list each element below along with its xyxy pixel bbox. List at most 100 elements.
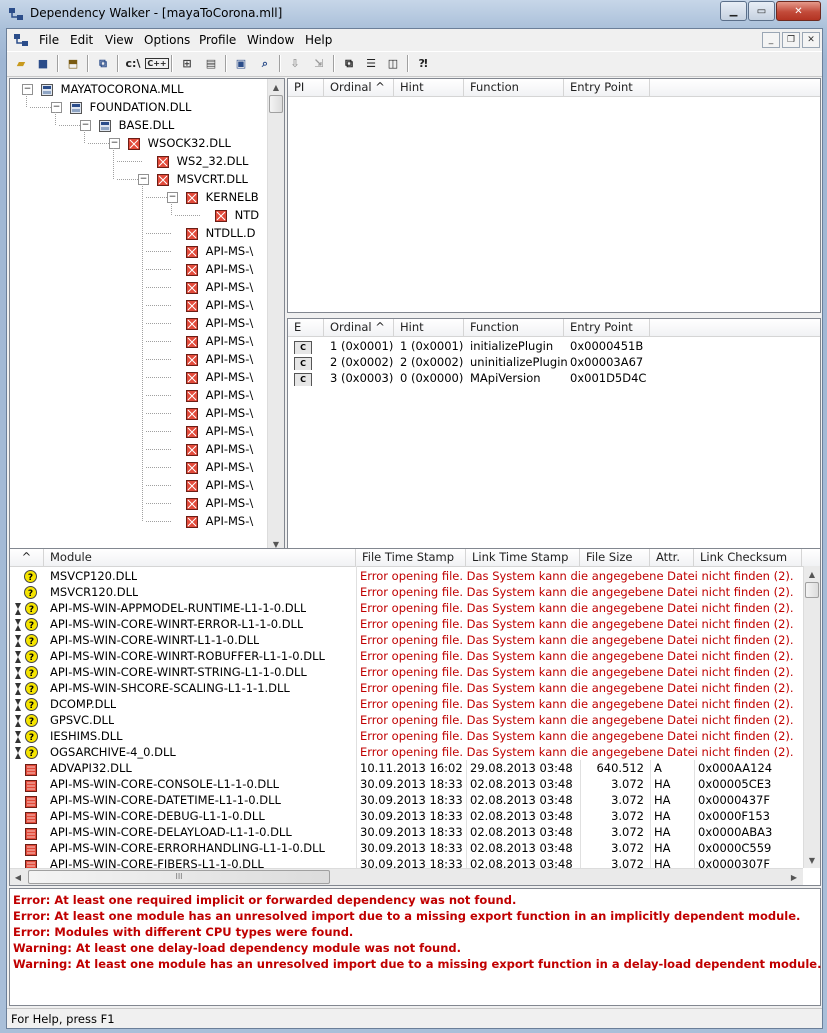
tree-collapse-toggle[interactable]: − bbox=[80, 120, 91, 131]
col-attr[interactable]: Attr. bbox=[650, 549, 694, 566]
close-button[interactable]: ✕ bbox=[776, 1, 821, 21]
module-row[interactable]: ? OGSARCHIVE-4_0.DLL Error opening file.… bbox=[10, 744, 803, 760]
tree-node[interactable]: API-MS-\ bbox=[186, 314, 253, 332]
tile-horizontal-button[interactable]: ☰ bbox=[361, 54, 381, 73]
scroll-down-arrow[interactable]: ▼ bbox=[804, 852, 820, 868]
full-paths-button[interactable]: c:\ bbox=[123, 54, 143, 73]
module-row[interactable]: ? DCOMP.DLL Error opening file. Das Syst… bbox=[10, 696, 803, 712]
tree-node[interactable]: API-MS-\ bbox=[186, 260, 253, 278]
menu-file[interactable]: File bbox=[39, 33, 59, 47]
tree-node[interactable]: API-MS-\ bbox=[186, 422, 253, 440]
module-row[interactable]: ? API-MS-WIN-CORE-WINRT-ROBUFFER-L1-1-0.… bbox=[10, 648, 803, 664]
maximize-button[interactable]: ▭ bbox=[748, 1, 775, 21]
tree-node[interactable]: API-MS-\ bbox=[186, 368, 253, 386]
tree-node[interactable]: API-MS-\ bbox=[186, 350, 253, 368]
highlight-matching-button[interactable]: ⇩ bbox=[285, 54, 305, 73]
module-row[interactable]: API-MS-WIN-CORE-DATETIME-L1-1-0.DLL 30.0… bbox=[10, 792, 803, 808]
find-button[interactable]: ⇲ bbox=[309, 54, 329, 73]
col-hint[interactable]: Hint bbox=[394, 319, 464, 336]
tree-node[interactable]: API-MS-\ bbox=[186, 332, 253, 350]
tree-node[interactable]: API-MS-\ bbox=[186, 386, 253, 404]
save-button[interactable]: ■ bbox=[33, 54, 53, 73]
tree-collapse-toggle[interactable]: − bbox=[51, 102, 62, 113]
module-row[interactable]: ? IESHIMS.DLL Error opening file. Das Sy… bbox=[10, 728, 803, 744]
tree-collapse-toggle[interactable]: − bbox=[167, 192, 178, 203]
col-entry-point[interactable]: Entry Point bbox=[564, 319, 650, 336]
col-sort[interactable]: ^ bbox=[10, 549, 44, 566]
col-ordinal[interactable]: Ordinal ^ bbox=[324, 319, 394, 336]
tree-node[interactable]: WS2_32.DLL bbox=[157, 152, 248, 170]
col-hint[interactable]: Hint bbox=[394, 79, 464, 96]
tree-node[interactable]: API-MS-\ bbox=[186, 494, 253, 512]
open-button[interactable]: ▰ bbox=[11, 54, 31, 73]
menu-options[interactable]: Options bbox=[144, 33, 190, 47]
tree-collapse-toggle[interactable]: − bbox=[22, 84, 33, 95]
module-row[interactable]: ? MSVCR120.DLL Error opening file. Das S… bbox=[10, 584, 803, 600]
module-row[interactable]: API-MS-WIN-CORE-ERRORHANDLING-L1-1-0.DLL… bbox=[10, 840, 803, 856]
menu-view[interactable]: View bbox=[105, 33, 133, 47]
module-row[interactable]: API-MS-WIN-CORE-DELAYLOAD-L1-1-0.DLL 30.… bbox=[10, 824, 803, 840]
module-horizontal-scrollbar[interactable]: ◀ III ▶ bbox=[10, 868, 803, 885]
menu-window[interactable]: Window bbox=[247, 33, 294, 47]
mdi-restore-button[interactable]: ❐ bbox=[782, 32, 800, 48]
module-row[interactable]: ? MSVCP120.DLL Error opening file. Das S… bbox=[10, 568, 803, 584]
tree-node[interactable]: API-MS-\ bbox=[186, 476, 253, 494]
menu-help[interactable]: Help bbox=[305, 33, 332, 47]
module-row[interactable]: ? GPSVC.DLL Error opening file. Das Syst… bbox=[10, 712, 803, 728]
export-row[interactable]: C 1 (0x0001) 1 (0x0001) initializePlugin… bbox=[288, 338, 820, 354]
col-file-size[interactable]: File Size bbox=[580, 549, 650, 566]
tree-node[interactable]: API-MS-\ bbox=[186, 242, 253, 260]
col-function[interactable]: Function bbox=[464, 319, 564, 336]
module-row[interactable]: ? API-MS-WIN-CORE-WINRT-L1-1-0.DLL Error… bbox=[10, 632, 803, 648]
properties-button[interactable]: ▤ bbox=[201, 54, 221, 73]
scroll-right-arrow[interactable]: ▶ bbox=[786, 869, 802, 885]
col-function[interactable]: Function bbox=[464, 79, 564, 96]
col-e[interactable]: E bbox=[288, 319, 324, 336]
document-icon[interactable] bbox=[13, 33, 29, 47]
tree-node[interactable]: API-MS-\ bbox=[186, 404, 253, 422]
copy-button[interactable]: ⬒ bbox=[63, 54, 83, 73]
tree-node[interactable]: FOUNDATION.DLL bbox=[70, 98, 191, 116]
module-scroll-thumb[interactable] bbox=[805, 582, 819, 598]
module-hscroll-thumb[interactable]: III bbox=[28, 870, 330, 884]
tree-node[interactable]: NTD bbox=[215, 206, 259, 224]
tree-collapse-toggle[interactable]: − bbox=[109, 138, 120, 149]
col-pi[interactable]: PI bbox=[288, 79, 324, 96]
tree-node[interactable]: MSVCRT.DLL bbox=[157, 170, 248, 188]
tree-node[interactable]: BASE.DLL bbox=[99, 116, 174, 134]
col-module[interactable]: Module bbox=[44, 549, 356, 566]
scroll-left-arrow[interactable]: ◀ bbox=[10, 869, 26, 885]
tree-scroll-thumb[interactable] bbox=[269, 95, 283, 113]
tree-node[interactable]: API-MS-\ bbox=[186, 512, 253, 530]
dependency-tree-button[interactable]: ⧉ bbox=[93, 54, 113, 73]
tree-node[interactable]: WSOCK32.DLL bbox=[128, 134, 231, 152]
module-row[interactable]: ? API-MS-WIN-CORE-WINRT-STRING-L1-1-0.DL… bbox=[10, 664, 803, 680]
tree-node[interactable]: API-MS-\ bbox=[186, 278, 253, 296]
export-row[interactable]: C 3 (0x0003) 0 (0x0000) MApiVersion 0x00… bbox=[288, 370, 820, 386]
module-row[interactable]: ? API-MS-WIN-CORE-WINRT-ERROR-L1-1-0.DLL… bbox=[10, 616, 803, 632]
col-entry-point[interactable]: Entry Point bbox=[564, 79, 650, 96]
tree-collapse-toggle[interactable]: − bbox=[138, 174, 149, 185]
auto-expand-button[interactable]: ⊞ bbox=[177, 54, 197, 73]
tree-node[interactable]: API-MS-\ bbox=[186, 440, 253, 458]
help-button[interactable]: ⁈ bbox=[413, 54, 433, 73]
menu-profile[interactable]: Profile bbox=[199, 33, 236, 47]
minimize-button[interactable]: ▁ bbox=[720, 1, 747, 21]
tree-node[interactable]: KERNELB bbox=[186, 188, 259, 206]
module-row[interactable]: ADVAPI32.DLL 10.11.2013 16:02 29.08.2013… bbox=[10, 760, 803, 776]
mdi-minimize-button[interactable]: _ bbox=[762, 32, 780, 48]
scroll-up-arrow[interactable]: ▲ bbox=[804, 566, 820, 582]
module-vertical-scrollbar[interactable]: ▲ ▼ bbox=[803, 566, 820, 868]
title-bar[interactable]: Dependency Walker - [mayaToCorona.mll] ▁… bbox=[0, 0, 827, 27]
tree-node[interactable]: API-MS-\ bbox=[186, 296, 253, 314]
module-row[interactable]: ? API-MS-WIN-APPMODEL-RUNTIME-L1-1-0.DLL… bbox=[10, 600, 803, 616]
menu-edit[interactable]: Edit bbox=[70, 33, 93, 47]
cascade-button[interactable]: ⧉ bbox=[339, 54, 359, 73]
module-row[interactable]: API-MS-WIN-CORE-DEBUG-L1-1-0.DLL 30.09.2… bbox=[10, 808, 803, 824]
module-row[interactable]: API-MS-WIN-CORE-CONSOLE-L1-1-0.DLL 30.09… bbox=[10, 776, 803, 792]
col-link-time-stamp[interactable]: Link Time Stamp bbox=[466, 549, 580, 566]
col-file-time-stamp[interactable]: File Time Stamp bbox=[356, 549, 466, 566]
tree-node[interactable]: NTDLL.D bbox=[186, 224, 255, 242]
view-module-button[interactable]: ⌕ bbox=[255, 54, 275, 73]
export-row[interactable]: C 2 (0x0002) 2 (0x0002) uninitializePlug… bbox=[288, 354, 820, 370]
